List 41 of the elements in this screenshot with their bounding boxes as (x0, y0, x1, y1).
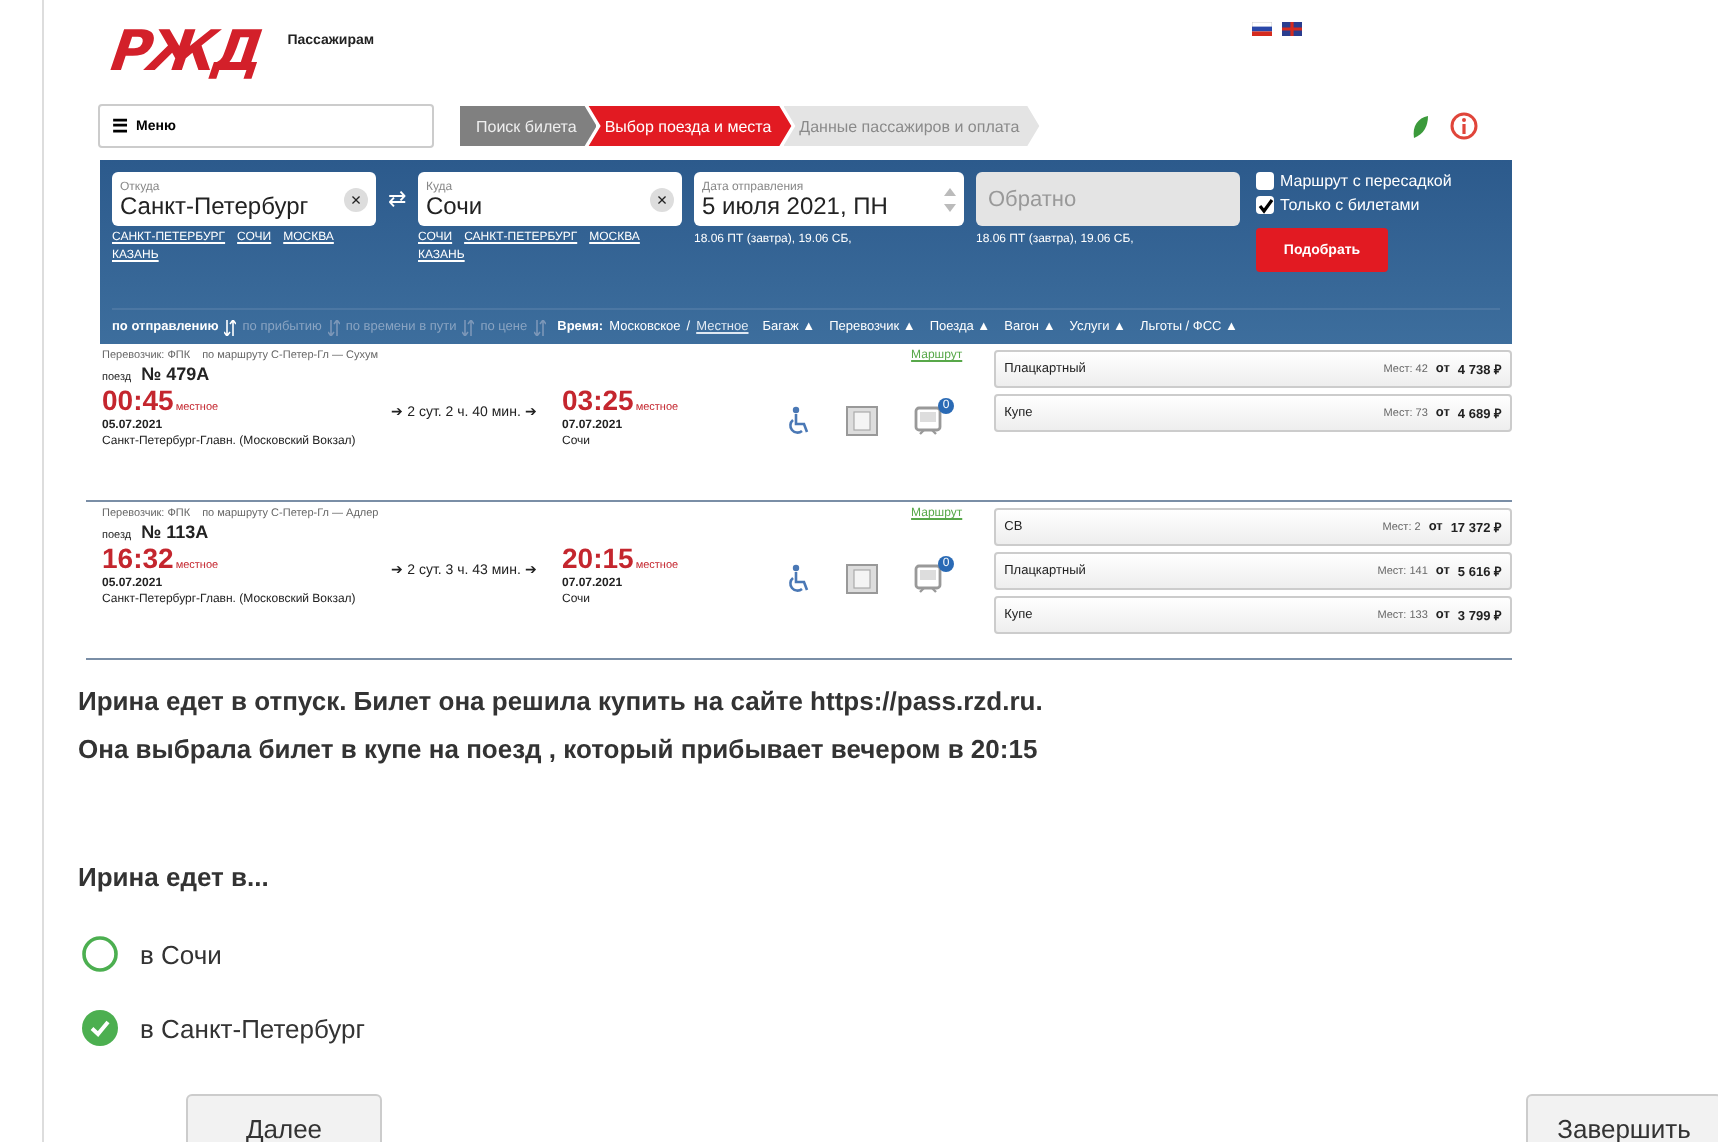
question-text: Ирина едет в отпуск. Билет она решила купить на сайте https://pass.rzd.ru. (78, 686, 1045, 716)
question-text: Она выбрала билет в купе на поезд , который прибывает вечером в 20:15 (78, 734, 1040, 764)
checkbox-label: Только с билетами (1280, 196, 1420, 214)
check-icon (1257, 197, 1273, 213)
checkbox[interactable] (1256, 196, 1274, 214)
time-text: 03:25 (562, 384, 634, 416)
luggage-icon (846, 563, 878, 593)
wheelchair-icon (786, 563, 810, 593)
swap-button[interactable]: ⇄ (388, 186, 406, 212)
checkbox-label: Маршрут с пересадкой (1280, 172, 1452, 190)
flag-icon (1252, 21, 1272, 35)
time-text: 20:15 (562, 542, 634, 574)
sort-icon (533, 319, 546, 336)
logo[interactable]: РЖД (107, 17, 265, 83)
progress-step[interactable]: Поиск билета (460, 106, 597, 146)
sort-icon (224, 319, 237, 336)
wagon-icon (914, 404, 946, 436)
answer-label[interactable]: в Сочи (140, 939, 222, 969)
train-number: № 479А (141, 364, 210, 384)
train-number: № 113А (141, 522, 209, 542)
time-text: 16:32 (102, 542, 174, 574)
wheelchair-icon (786, 405, 810, 435)
sort-icon (462, 319, 475, 336)
clear-button[interactable]: × (650, 187, 674, 211)
answer-label[interactable]: в Санкт-Петербург (140, 1013, 365, 1043)
wagon-icon (914, 562, 946, 594)
progress-step[interactable]: Выбор поезда и места (588, 106, 792, 146)
next-button[interactable]: Далее (186, 1094, 382, 1142)
sort-icon (327, 319, 340, 336)
check-circle-icon[interactable] (82, 1010, 118, 1046)
time-text: 00:45 (102, 384, 174, 416)
leaf-icon (1410, 113, 1430, 139)
clear-button[interactable]: × (344, 187, 368, 211)
flag-icon (1282, 21, 1302, 35)
info-icon (1450, 112, 1478, 140)
checkbox[interactable] (1256, 172, 1274, 190)
finish-button[interactable]: Завершить (1526, 1094, 1718, 1142)
luggage-icon (846, 405, 878, 435)
spinner-icon (944, 185, 956, 213)
radio-button[interactable] (82, 936, 118, 972)
question-prompt: Ирина едет в... (78, 862, 271, 892)
